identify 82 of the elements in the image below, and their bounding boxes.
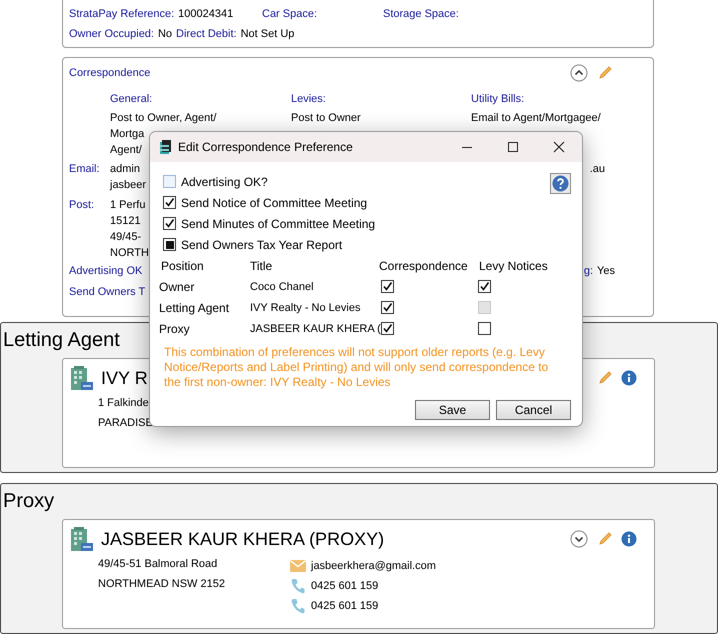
column-label: Utility Bills: (471, 92, 524, 107)
preference-text: Post to Owner, Agent/ (110, 111, 216, 126)
cancel-button[interactable]: Cancel (496, 400, 571, 420)
table-cell-text: Owner (159, 278, 196, 294)
address-text: 49/45-51 Balmoral Road (98, 557, 218, 572)
table-cell: JASBEER KAUR KHERA ( (250, 323, 381, 335)
checkbox[interactable] (381, 301, 394, 314)
preference-text: Mortga (110, 127, 144, 142)
building-icon (70, 365, 94, 391)
pencil-icon[interactable] (597, 370, 613, 386)
phone-number: 0425 601 159 (311, 579, 378, 594)
checkbox[interactable] (163, 196, 176, 209)
field-label: g: (584, 264, 594, 279)
field-value: Yes (597, 264, 615, 279)
checkbox[interactable] (381, 322, 394, 335)
window-title: Edit Correspondence Preference (178, 139, 353, 155)
field-label: Storage Space: (383, 7, 459, 22)
email-text: admin (110, 162, 140, 177)
column-header: Correspondence (379, 258, 469, 274)
contact-name: IVY R (101, 367, 148, 389)
address-text: NORTHMEAD NSW 2152 (98, 577, 225, 592)
preference-text: Post to Owner (291, 111, 361, 126)
checkbox[interactable] (163, 217, 176, 230)
field-label: StrataPay Reference: (69, 7, 174, 22)
field-label: Car Space: (262, 7, 318, 22)
address-text: 1 Falkinde (98, 396, 149, 411)
field-label: Owner Occupied: (69, 27, 154, 42)
card-title: Correspondence (69, 66, 150, 81)
table-cell-text: Letting Agent (159, 300, 230, 316)
phone-icon (290, 578, 306, 594)
info-icon[interactable] (621, 370, 637, 386)
info-icon[interactable] (621, 531, 637, 547)
phone-number: 0425 601 159 (311, 599, 378, 614)
preference-text: Email to Agent/Mortgagee/ (471, 111, 601, 126)
column-header: Position (161, 258, 205, 274)
app-icon (159, 139, 172, 155)
checkbox[interactable] (381, 280, 394, 293)
section-heading: Proxy (2, 489, 54, 514)
contact-name: JASBEER KAUR KHERA (PROXY) (101, 528, 384, 550)
field-label: Direct Debit: (176, 27, 237, 42)
field-label: Advertising OK (69, 264, 142, 279)
section-heading: Letting Agent (2, 328, 120, 353)
column-header: Title (250, 258, 274, 274)
column-label: Levies: (291, 92, 326, 107)
collapse-icon[interactable] (570, 64, 588, 82)
table-cell: IVY Realty - No Levies (250, 302, 360, 314)
pencil-icon[interactable] (597, 531, 613, 547)
field-value: 100024341 (178, 7, 234, 22)
address-text: 49/45- (110, 230, 142, 245)
column-header: Levy Notices (479, 258, 549, 274)
table-cell: Coco Chanel (250, 281, 314, 293)
phone-icon (290, 598, 306, 614)
save-button[interactable]: Save (415, 400, 490, 420)
checkbox[interactable] (478, 280, 491, 293)
checkbox[interactable] (478, 322, 491, 335)
field-value: Not Set Up (240, 27, 294, 42)
field-label: Post: (69, 198, 96, 213)
field-label: Email: (69, 162, 101, 177)
field-value: No (158, 27, 172, 42)
envelope-icon (290, 560, 306, 572)
option-label: Send Owners Tax Year Report (181, 236, 342, 252)
email-link[interactable]: jasbeerkhera@gmail.com (311, 558, 436, 574)
option-label: Send Minutes of Committee Meeting (181, 216, 376, 232)
building-icon (70, 526, 94, 552)
expand-icon[interactable] (570, 530, 588, 548)
email-text: .au (590, 162, 605, 177)
preference-text: Agent/ (110, 143, 142, 158)
option-label: Send Notice of Committee Meeting (181, 194, 368, 210)
email-text: jasbeer (110, 178, 146, 193)
checkbox[interactable] (163, 238, 176, 251)
address-text: 15121 (110, 214, 141, 229)
address-text: PARADISE (98, 416, 153, 431)
checkbox[interactable] (163, 175, 176, 188)
address-text: NORTH (110, 246, 149, 261)
option-label: Advertising OK? (181, 174, 268, 190)
column-label: General: (110, 92, 152, 107)
warning-message: This combination of preferences will not support older reports (e.g. Levy Notice/Reports and Label Printing) and will only send correspondence to the first non-owner: IVY Realty - No Levies (163, 345, 550, 390)
field-label: Send Owners T (69, 285, 146, 300)
address-text: 1 Perfu (110, 198, 146, 213)
table-cell-text: Proxy (159, 320, 191, 336)
help-button[interactable] (550, 173, 571, 194)
pencil-icon[interactable] (597, 65, 613, 81)
